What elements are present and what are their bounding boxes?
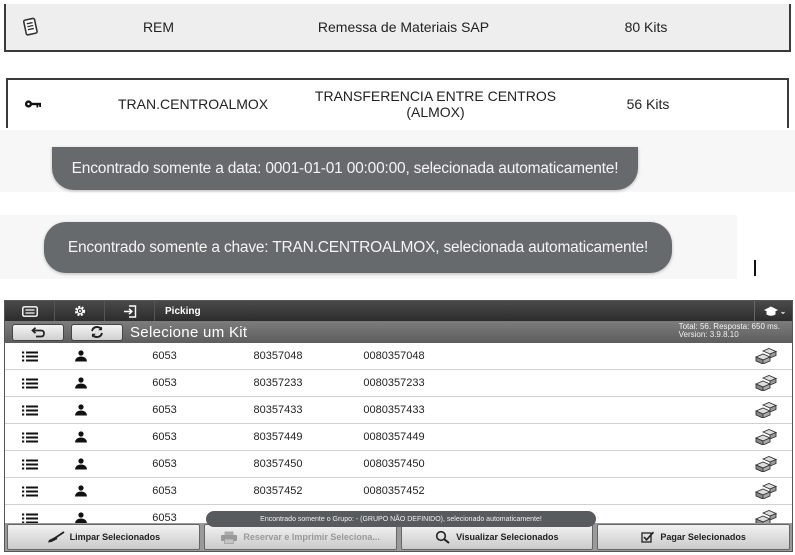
menu-row-code: TRAN.CENTROALMOX: [118, 96, 269, 112]
kit-number: 6053: [152, 377, 177, 389]
settings-button[interactable]: [55, 301, 105, 321]
refresh-icon: [91, 326, 103, 338]
toast-date: Encontrado somente a data: 0001-01-01 00…: [52, 147, 638, 190]
menu-row-quantity: 80 Kits: [624, 19, 668, 35]
user-icon: [55, 485, 107, 497]
user-icon: [55, 377, 107, 389]
description-line-2: (ALMOX): [406, 104, 465, 120]
clear-selected-button[interactable]: Limpar Selecionados: [7, 524, 200, 550]
cap-icon: [763, 306, 785, 316]
menu-icon: [21, 305, 38, 317]
view-selected-label: Visualizar Selecionados: [456, 532, 559, 542]
reserve-print-button[interactable]: Reservar e Imprimir Seleciona...: [203, 524, 397, 550]
sub-bar: Selecione um Kit Total: 56. Resposta: 65…: [5, 321, 792, 343]
packages-icon[interactable]: [754, 348, 778, 367]
checkbox-icon: [641, 531, 655, 543]
kit-row[interactable]: 6053 80357449 0080357449: [5, 424, 792, 451]
kit-full-code: 0080357048: [363, 350, 425, 362]
list-icon[interactable]: [5, 513, 55, 524]
pay-selected-button[interactable]: Pagar Selecionados: [597, 524, 790, 550]
magnifier-icon: [436, 530, 450, 544]
list-icon[interactable]: [5, 459, 55, 470]
user-icon: [55, 350, 107, 362]
back-button[interactable]: [12, 323, 64, 341]
back-icon: [31, 326, 45, 337]
packages-icon[interactable]: [754, 483, 778, 502]
list-icon[interactable]: [5, 378, 55, 389]
kit-full-code: 0080357449: [363, 431, 425, 443]
login-icon: [123, 304, 136, 318]
kit-code: 80357452: [253, 485, 303, 497]
kit-row[interactable]: 6053 80357450 0080357450: [5, 451, 792, 478]
pay-selected-label: Pagar Selecionados: [660, 532, 746, 542]
response-info: Total: 56. Resposta: 650 ms. Version: 3.…: [679, 323, 780, 339]
kit-full-code: 0080357433: [363, 404, 425, 416]
kit-code: 80357433: [253, 404, 303, 416]
menu-row-quantity: 56 Kits: [626, 96, 670, 112]
list-icon[interactable]: [5, 351, 55, 362]
kit-number: 6053: [152, 458, 177, 470]
menu-row-tran[interactable]: TRAN.CENTROALMOX TRANSFERENCIA ENTRE CEN…: [6, 78, 789, 128]
list-icon[interactable]: [5, 432, 55, 443]
picking-app: Picking Selecione um Kit Total: 56. Resp…: [4, 300, 793, 552]
kit-full-code: 0080357452: [363, 485, 425, 497]
menu-row-rem[interactable]: REM Remessa de Materiais SAP 80 Kits: [4, 4, 791, 52]
kit-row[interactable]: 6053 80357048 0080357048: [5, 343, 792, 370]
packages-icon[interactable]: [754, 402, 778, 421]
key-icon: [8, 99, 58, 109]
menu-row-description: TRANSFERENCIA ENTRE CENTROS (ALMOX): [313, 88, 558, 120]
packages-icon[interactable]: [754, 375, 778, 394]
kit-full-code: 0080357233: [363, 377, 425, 389]
kit-number: 6053: [152, 404, 177, 416]
kit-list: 6053 80357048 0080357048 6053 80357233 008035…: [5, 343, 792, 532]
printer-icon: [221, 531, 238, 544]
kit-code: 80357048: [253, 350, 303, 362]
app-title: Picking: [165, 305, 201, 317]
kit-row[interactable]: 6053 80357452 0080357452: [5, 478, 792, 505]
list-icon[interactable]: [5, 486, 55, 497]
user-icon: [55, 431, 107, 443]
view-selected-button[interactable]: Visualizar Selecionados: [400, 524, 594, 550]
kit-number: 6053: [152, 350, 177, 362]
kit-full-code: 0080357450: [363, 458, 425, 470]
login-button[interactable]: [105, 301, 155, 321]
kit-code: 80357449: [253, 431, 303, 443]
kit-code: 80357450: [253, 458, 303, 470]
document-icon: [6, 17, 56, 37]
toast-group: Encontrado somente o Grupo: - (GRUPO NÃO…: [206, 511, 596, 527]
toast-key: Encontrado somente a chave: TRAN.CENTROA…: [44, 222, 672, 273]
list-icon[interactable]: [5, 405, 55, 416]
page-title: Selecione um Kit: [130, 323, 248, 341]
user-icon: [55, 458, 107, 470]
refresh-button[interactable]: [71, 323, 123, 341]
top-bar: Picking: [5, 301, 792, 321]
kit-number: 6053: [152, 431, 177, 443]
kit-row[interactable]: 6053 80357433 0080357433: [5, 397, 792, 424]
description-line-1: TRANSFERENCIA ENTRE CENTROS: [314, 88, 557, 104]
kit-number: 6053: [152, 485, 177, 497]
bottom-action-bar: Limpar Selecionados Reservar e Imprimir …: [5, 523, 792, 551]
menu-row-code: REM: [142, 19, 175, 35]
kit-row[interactable]: 6053 80357233 0080357233: [5, 370, 792, 397]
menu-row-description: Remessa de Materiais SAP: [317, 19, 490, 35]
text-cursor: [754, 260, 756, 276]
menu-button[interactable]: [5, 301, 55, 321]
user-menu-button[interactable]: [754, 301, 792, 321]
packages-icon[interactable]: [754, 429, 778, 448]
clear-selected-label: Limpar Selecionados: [69, 532, 161, 542]
version-text: Version: 3.9.8.10: [678, 330, 739, 339]
kit-code: 80357233: [253, 377, 303, 389]
reserve-print-label: Reservar e Imprimir Seleciona...: [243, 532, 380, 542]
packages-icon[interactable]: [754, 456, 778, 475]
broom-icon: [47, 531, 65, 543]
user-icon: [55, 404, 107, 416]
settings-icon: [74, 305, 85, 317]
